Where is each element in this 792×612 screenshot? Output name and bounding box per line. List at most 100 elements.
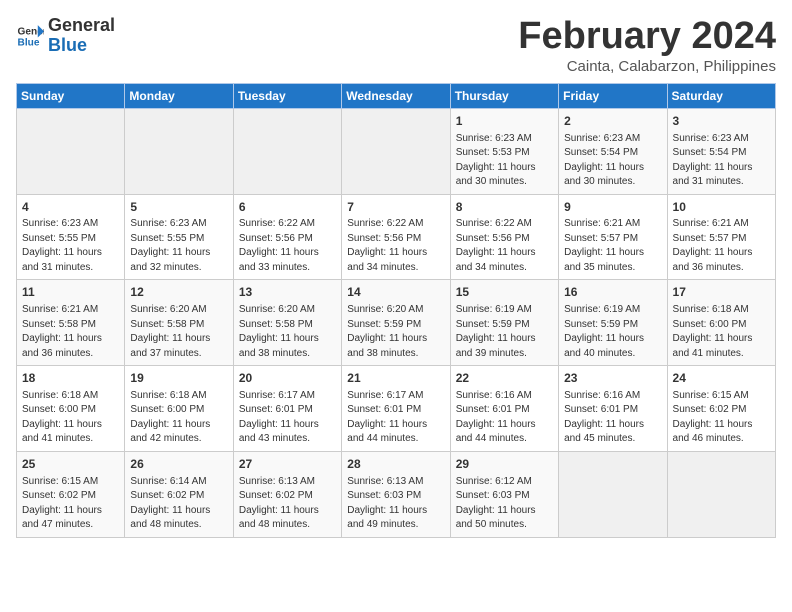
month-title: February 2024	[518, 16, 776, 58]
cell-info: Sunrise: 6:13 AM Sunset: 6:03 PM Dayligh…	[347, 475, 444, 533]
calendar-cell: 27Sunrise: 6:13 AM Sunset: 6:02 PM Dayli…	[233, 451, 341, 537]
col-header-saturday: Saturday	[667, 83, 775, 108]
calendar-cell: 4Sunrise: 6:23 AM Sunset: 5:55 PM Daylig…	[17, 194, 125, 280]
cell-info: Sunrise: 6:20 AM Sunset: 5:58 PM Dayligh…	[130, 303, 227, 361]
week-row-5: 25Sunrise: 6:15 AM Sunset: 6:02 PM Dayli…	[17, 451, 776, 537]
logo-text-general: General	[48, 16, 115, 36]
day-number: 5	[130, 199, 227, 216]
cell-info: Sunrise: 6:17 AM Sunset: 6:01 PM Dayligh…	[239, 389, 336, 447]
day-number: 23	[564, 370, 661, 387]
calendar-cell: 22 Sunrise: 6:16 AM Sunset: 6:01 PM Dayli…	[450, 366, 558, 452]
calendar-cell: 13Sunrise: 6:20 AM Sunset: 5:58 PM Dayli…	[233, 280, 341, 366]
day-number: 27	[239, 456, 336, 473]
calendar-cell	[667, 451, 775, 537]
col-header-sunday: Sunday	[17, 83, 125, 108]
svg-text:Blue: Blue	[18, 37, 40, 48]
calendar-cell: 10Sunrise: 6:21 AM Sunset: 5:57 PM Dayli…	[667, 194, 775, 280]
calendar-cell: 24 Sunrise: 6:15 AM Sunset: 6:02 PM Dayli…	[667, 366, 775, 452]
col-header-thursday: Thursday	[450, 83, 558, 108]
cell-info: Sunrise: 6:23 AM Sunset: 5:53 PM Dayligh…	[456, 132, 553, 190]
calendar-cell: 11Sunrise: 6:21 AM Sunset: 5:58 PM Dayli…	[17, 280, 125, 366]
day-number: 13	[239, 284, 336, 301]
day-number: 6	[239, 199, 336, 216]
week-row-1: 1Sunrise: 6:23 AM Sunset: 5:53 PM Daylig…	[17, 108, 776, 194]
cell-info: Sunrise: 6:22 AM Sunset: 5:56 PM Dayligh…	[347, 217, 444, 275]
day-number: 26	[130, 456, 227, 473]
cell-info: Sunrise: 6:18 AM Sunset: 6:00 PM Dayligh…	[22, 389, 119, 447]
cell-info: Sunrise: 6:21 AM Sunset: 5:57 PM Dayligh…	[564, 217, 661, 275]
title-block: February 2024 Cainta, Calabarzon, Philip…	[518, 16, 776, 75]
calendar-cell	[342, 108, 450, 194]
day-number: 12	[130, 284, 227, 301]
cell-info: Sunrise: 6:14 AM Sunset: 6:02 PM Dayligh…	[130, 475, 227, 533]
location-subtitle: Cainta, Calabarzon, Philippines	[518, 58, 776, 75]
day-number: 22	[456, 370, 553, 387]
calendar-cell: 16 Sunrise: 6:19 AM Sunset: 5:59 PM Dayli…	[559, 280, 667, 366]
page-header: General Blue General Blue February 2024 …	[16, 16, 776, 75]
logo: General Blue General Blue	[16, 16, 115, 56]
cell-info: Sunrise: 6:23 AM Sunset: 5:55 PM Dayligh…	[130, 217, 227, 275]
cell-info: Sunrise: 6:18 AM Sunset: 6:00 PM Dayligh…	[130, 389, 227, 447]
col-header-tuesday: Tuesday	[233, 83, 341, 108]
logo-icon: General Blue	[16, 22, 44, 50]
cell-info: Sunrise: 6:12 AM Sunset: 6:03 PM Dayligh…	[456, 475, 553, 533]
calendar-cell	[17, 108, 125, 194]
calendar-cell: 14 Sunrise: 6:20 AM Sunset: 5:59 PM Dayli…	[342, 280, 450, 366]
day-number: 29	[456, 456, 553, 473]
day-number: 4	[22, 199, 119, 216]
day-number: 3	[673, 113, 770, 130]
cell-info: Sunrise: 6:15 AM Sunset: 6:02 PM Dayligh…	[22, 475, 119, 533]
week-row-2: 4Sunrise: 6:23 AM Sunset: 5:55 PM Daylig…	[17, 194, 776, 280]
logo-text-blue: Blue	[48, 36, 115, 56]
day-number: 28	[347, 456, 444, 473]
col-header-friday: Friday	[559, 83, 667, 108]
week-row-3: 11Sunrise: 6:21 AM Sunset: 5:58 PM Dayli…	[17, 280, 776, 366]
cell-info: Sunrise: 6:15 AM Sunset: 6:02 PM Dayligh…	[673, 389, 770, 447]
calendar-cell: 20Sunrise: 6:17 AM Sunset: 6:01 PM Dayli…	[233, 366, 341, 452]
day-number: 24	[673, 370, 770, 387]
day-number: 7	[347, 199, 444, 216]
cell-info: Sunrise: 6:19 AM Sunset: 5:59 PM Dayligh…	[456, 303, 553, 361]
day-number: 2	[564, 113, 661, 130]
day-number: 16	[564, 284, 661, 301]
day-number: 9	[564, 199, 661, 216]
cell-info: Sunrise: 6:23 AM Sunset: 5:55 PM Dayligh…	[22, 217, 119, 275]
day-number: 17	[673, 284, 770, 301]
calendar-header-row: SundayMondayTuesdayWednesdayThursdayFrid…	[17, 83, 776, 108]
calendar-cell: 28 Sunrise: 6:13 AM Sunset: 6:03 PM Dayli…	[342, 451, 450, 537]
calendar-cell: 6Sunrise: 6:22 AM Sunset: 5:56 PM Daylig…	[233, 194, 341, 280]
calendar-cell	[125, 108, 233, 194]
calendar-cell: 8Sunrise: 6:22 AM Sunset: 5:56 PM Daylig…	[450, 194, 558, 280]
cell-info: Sunrise: 6:21 AM Sunset: 5:57 PM Dayligh…	[673, 217, 770, 275]
day-number: 15	[456, 284, 553, 301]
calendar-cell: 17 Sunrise: 6:18 AM Sunset: 6:00 PM Dayli…	[667, 280, 775, 366]
cell-info: Sunrise: 6:20 AM Sunset: 5:59 PM Dayligh…	[347, 303, 444, 361]
day-number: 14	[347, 284, 444, 301]
calendar-cell: 12 Sunrise: 6:20 AM Sunset: 5:58 PM Dayli…	[125, 280, 233, 366]
calendar-cell: 25Sunrise: 6:15 AM Sunset: 6:02 PM Dayli…	[17, 451, 125, 537]
calendar-cell: 7Sunrise: 6:22 AM Sunset: 5:56 PM Daylig…	[342, 194, 450, 280]
calendar-cell: 26 Sunrise: 6:14 AM Sunset: 6:02 PM Dayli…	[125, 451, 233, 537]
calendar-cell	[559, 451, 667, 537]
calendar-cell: 23 Sunrise: 6:16 AM Sunset: 6:01 PM Dayli…	[559, 366, 667, 452]
day-number: 18	[22, 370, 119, 387]
col-header-wednesday: Wednesday	[342, 83, 450, 108]
calendar-cell: 18 Sunrise: 6:18 AM Sunset: 6:00 PM Dayli…	[17, 366, 125, 452]
cell-info: Sunrise: 6:19 AM Sunset: 5:59 PM Dayligh…	[564, 303, 661, 361]
calendar-cell	[233, 108, 341, 194]
cell-info: Sunrise: 6:16 AM Sunset: 6:01 PM Dayligh…	[456, 389, 553, 447]
cell-info: Sunrise: 6:18 AM Sunset: 6:00 PM Dayligh…	[673, 303, 770, 361]
day-number: 8	[456, 199, 553, 216]
calendar-cell: 15 Sunrise: 6:19 AM Sunset: 5:59 PM Dayli…	[450, 280, 558, 366]
cell-info: Sunrise: 6:16 AM Sunset: 6:01 PM Dayligh…	[564, 389, 661, 447]
calendar-cell: 2 Sunrise: 6:23 AM Sunset: 5:54 PM Daylig…	[559, 108, 667, 194]
cell-info: Sunrise: 6:21 AM Sunset: 5:58 PM Dayligh…	[22, 303, 119, 361]
calendar-cell: 29 Sunrise: 6:12 AM Sunset: 6:03 PM Dayli…	[450, 451, 558, 537]
calendar-cell: 5Sunrise: 6:23 AM Sunset: 5:55 PM Daylig…	[125, 194, 233, 280]
col-header-monday: Monday	[125, 83, 233, 108]
cell-info: Sunrise: 6:23 AM Sunset: 5:54 PM Dayligh…	[564, 132, 661, 190]
day-number: 10	[673, 199, 770, 216]
calendar-cell: 21Sunrise: 6:17 AM Sunset: 6:01 PM Dayli…	[342, 366, 450, 452]
cell-info: Sunrise: 6:23 AM Sunset: 5:54 PM Dayligh…	[673, 132, 770, 190]
calendar-cell: 19Sunrise: 6:18 AM Sunset: 6:00 PM Dayli…	[125, 366, 233, 452]
